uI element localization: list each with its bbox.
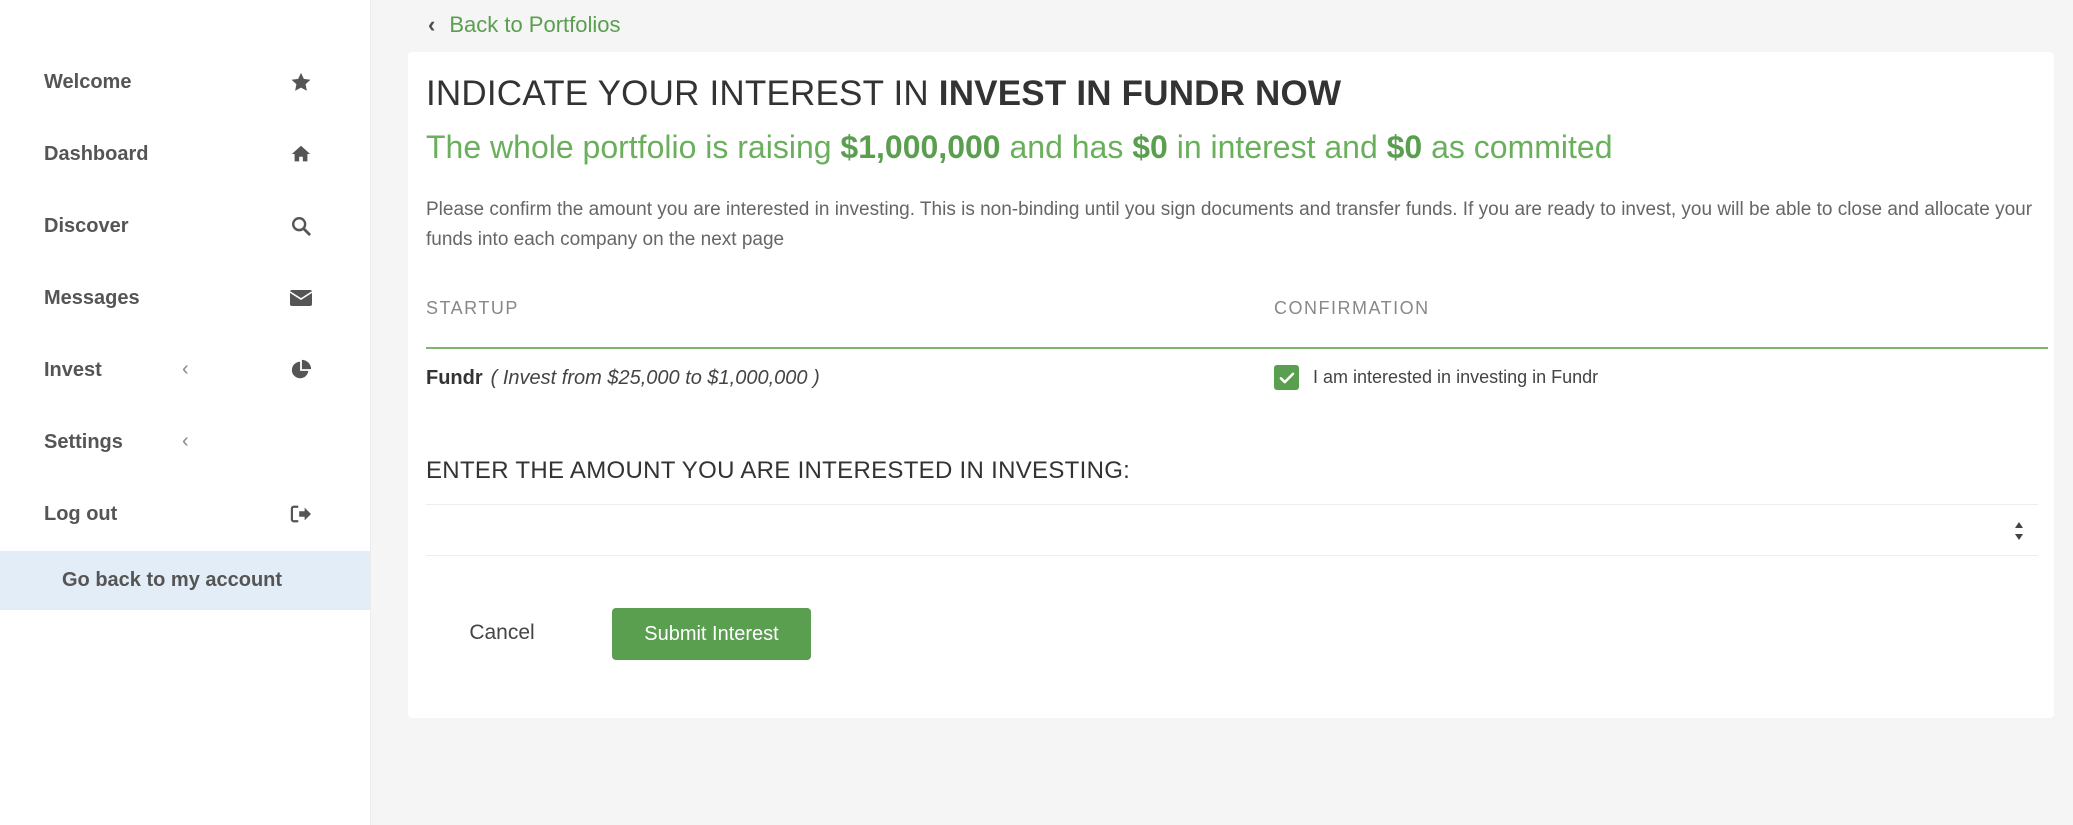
sidebar: Welcome Dashboard Discover Messages Inve… [0,0,371,825]
startup-name: Fundr [426,367,483,389]
summary-text: and has [1000,129,1133,165]
committed-amount: $0 [1386,129,1423,165]
amount-label: ENTER THE AMOUNT YOU ARE INTERESTED IN I… [426,457,1131,484]
summary-text: as commited [1422,129,1613,165]
go-back-to-account-button[interactable]: Go back to my account [0,551,370,610]
chevron-left-icon: ‹ [182,430,189,452]
table-header-divider [426,347,2048,349]
interest-checkbox[interactable] [1274,365,1299,390]
page-title: INDICATE YOUR INTEREST IN INVEST IN FUND… [426,74,1341,114]
confirmation-cell: I am interested in investing in Fundr [1274,365,1598,390]
cancel-button[interactable]: Cancel [452,608,552,658]
home-icon [288,141,314,167]
sidebar-item-settings[interactable]: Settings ‹ [44,422,314,462]
summary-text: The whole portfolio is raising [426,129,841,165]
column-header-startup: STARTUP [426,298,519,318]
column-header-confirmation: CONFIRMATION [1274,298,1430,318]
sidebar-item-label: Dashboard [44,142,149,165]
submit-interest-button[interactable]: Submit Interest [612,608,811,660]
sidebar-item-dashboard[interactable]: Dashboard [44,134,314,174]
sidebar-item-discover[interactable]: Discover [44,206,314,246]
sidebar-item-label: Settings [44,430,123,453]
number-spinner-icon[interactable] [2012,519,2026,543]
amount-field-wrapper [426,504,2038,556]
checkbox-label: I am interested in investing in Fundr [1313,367,1599,387]
portfolio-summary: The whole portfolio is raising $1,000,00… [426,129,1613,166]
chevron-left-icon: ‹ [428,12,436,37]
back-to-portfolios-link[interactable]: ‹ Back to Portfolios [428,10,621,40]
amount-input[interactable] [426,505,2038,555]
investment-range: ( Invest from $25,000 to $1,000,000 ) [490,367,820,389]
title-prefix: INDICATE YOUR INTEREST IN [426,74,939,113]
description: Please confirm the amount you are intere… [426,199,2033,250]
sign-out-icon [288,501,314,527]
sidebar-item-invest[interactable]: Invest ‹ [44,350,314,390]
title-bold: INVEST IN FUNDR NOW [938,74,1342,113]
table-row-startup: Fundr ( Invest from $25,000 to $1,000,000… [426,367,820,390]
back-link-label: Back to Portfolios [449,12,621,37]
sidebar-item-label: Welcome [44,70,132,93]
check-icon [1279,372,1294,383]
sidebar-item-welcome[interactable]: Welcome [44,62,314,102]
sidebar-item-label: Log out [44,502,118,525]
envelope-icon [288,285,314,311]
go-back-label: Go back to my account [62,569,283,591]
sidebar-item-label: Discover [44,214,129,237]
sidebar-item-logout[interactable]: Log out [44,494,314,534]
star-icon [288,69,314,95]
chevron-left-icon: ‹ [182,358,189,380]
search-icon [288,213,314,239]
sidebar-item-label: Invest [44,358,102,381]
sidebar-item-label: Messages [44,286,140,309]
interest-form-card: INDICATE YOUR INTEREST IN INVEST IN FUND… [408,52,2054,718]
sidebar-item-messages[interactable]: Messages [44,278,314,318]
pie-chart-icon [288,357,314,383]
raising-amount: $1,000,000 [840,129,1001,165]
interest-amount: $0 [1132,129,1168,165]
summary-text: in interest and [1167,129,1387,165]
